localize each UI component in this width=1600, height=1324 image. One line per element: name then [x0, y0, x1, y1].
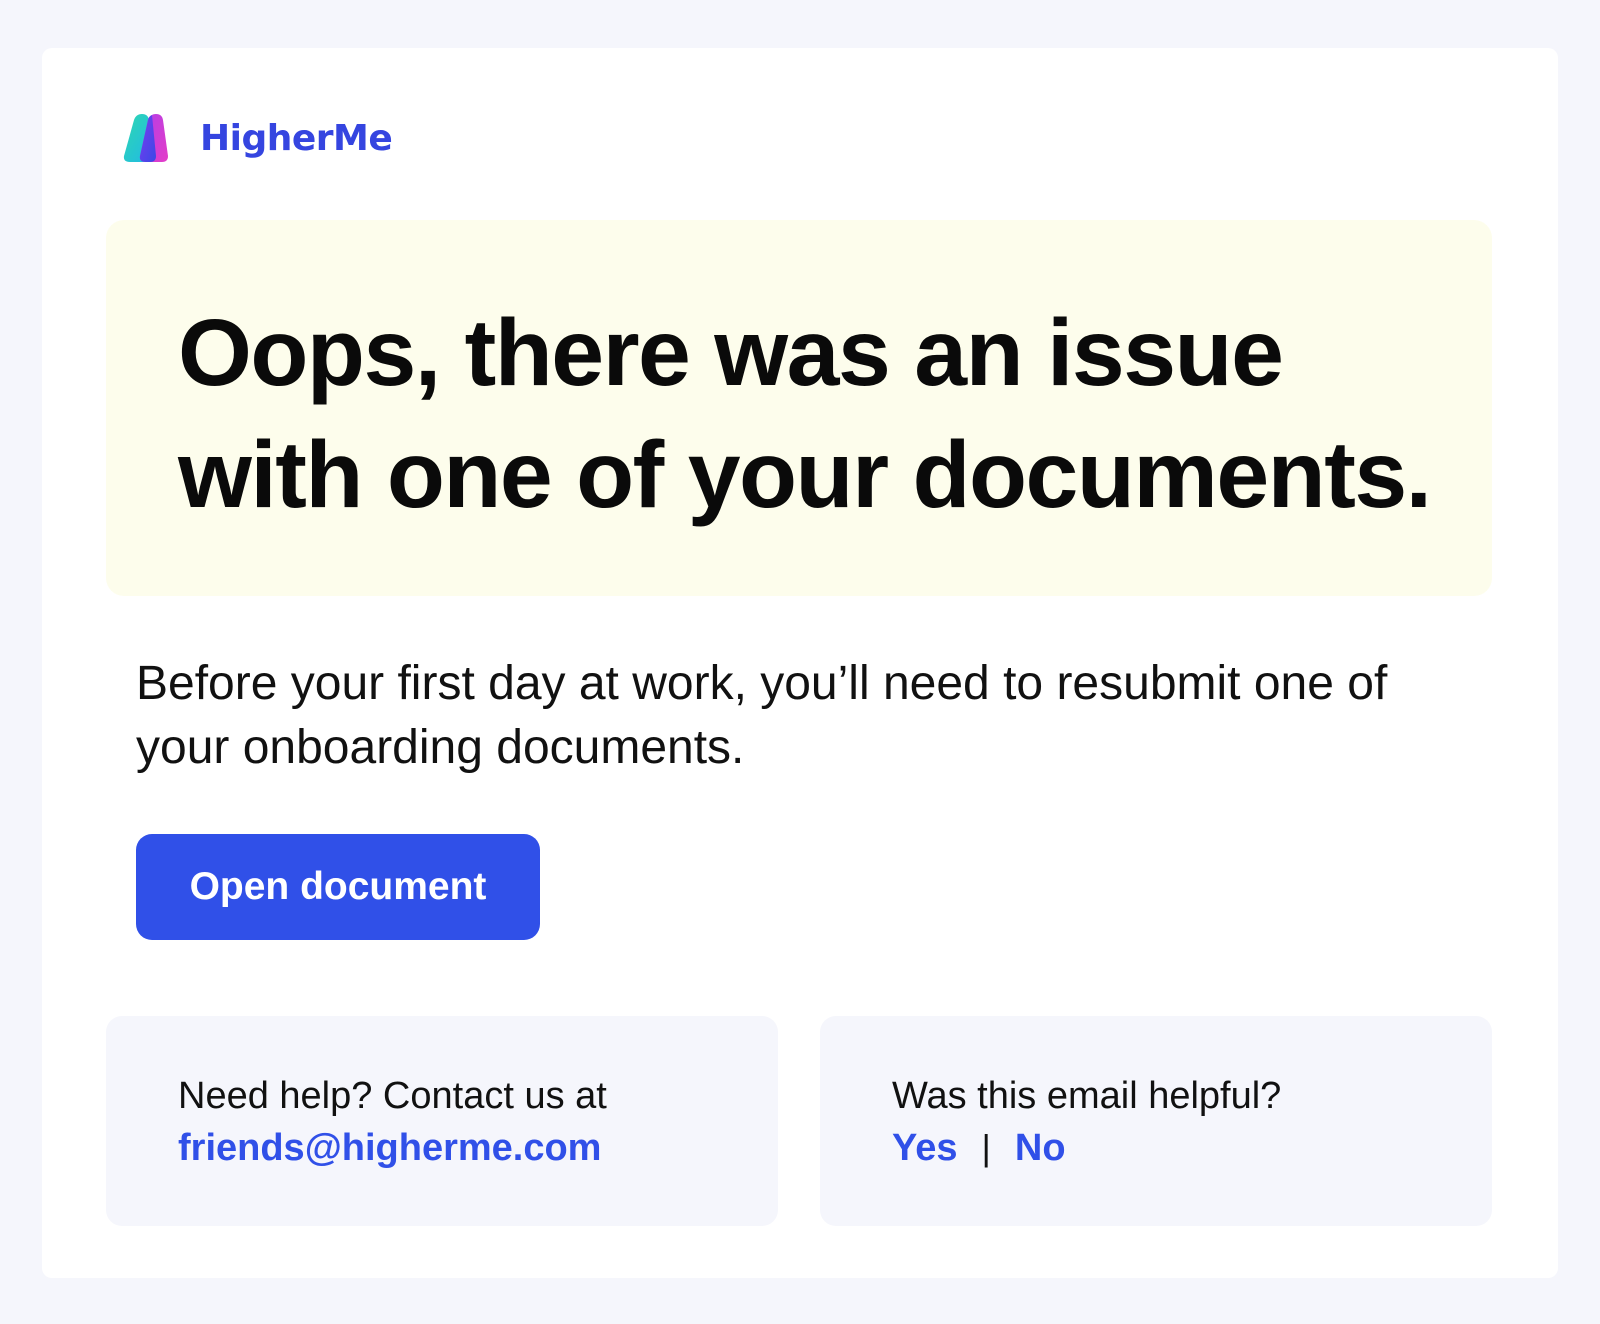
help-panel: Need help? Contact us at friends@higherm…	[106, 1016, 778, 1226]
brand-header: HigherMe	[122, 112, 393, 164]
feedback-panel: Was this email helpful? Yes | No	[820, 1016, 1492, 1226]
open-document-button[interactable]: Open document	[136, 834, 540, 940]
support-email-link[interactable]: friends@higherme.com	[178, 1127, 601, 1169]
feedback-separator: |	[981, 1127, 991, 1168]
body-text: Before your first day at work, you’ll ne…	[136, 657, 1388, 774]
help-prompt: Need help? Contact us at	[178, 1075, 607, 1117]
feedback-options: Yes | No	[892, 1122, 1281, 1174]
email-card: HigherMe Oops, there was an issue with o…	[42, 48, 1558, 1278]
brand-name: HigherMe	[200, 117, 393, 159]
higherme-logo-icon	[123, 114, 168, 162]
feedback-no-link[interactable]: No	[1015, 1122, 1066, 1174]
headline: Oops, there was an issue with one of you…	[178, 300, 1432, 528]
feedback-question: Was this email helpful?	[892, 1075, 1282, 1117]
feedback-yes-link[interactable]: Yes	[892, 1122, 958, 1174]
hero-banner: Oops, there was an issue with one of you…	[106, 220, 1492, 596]
